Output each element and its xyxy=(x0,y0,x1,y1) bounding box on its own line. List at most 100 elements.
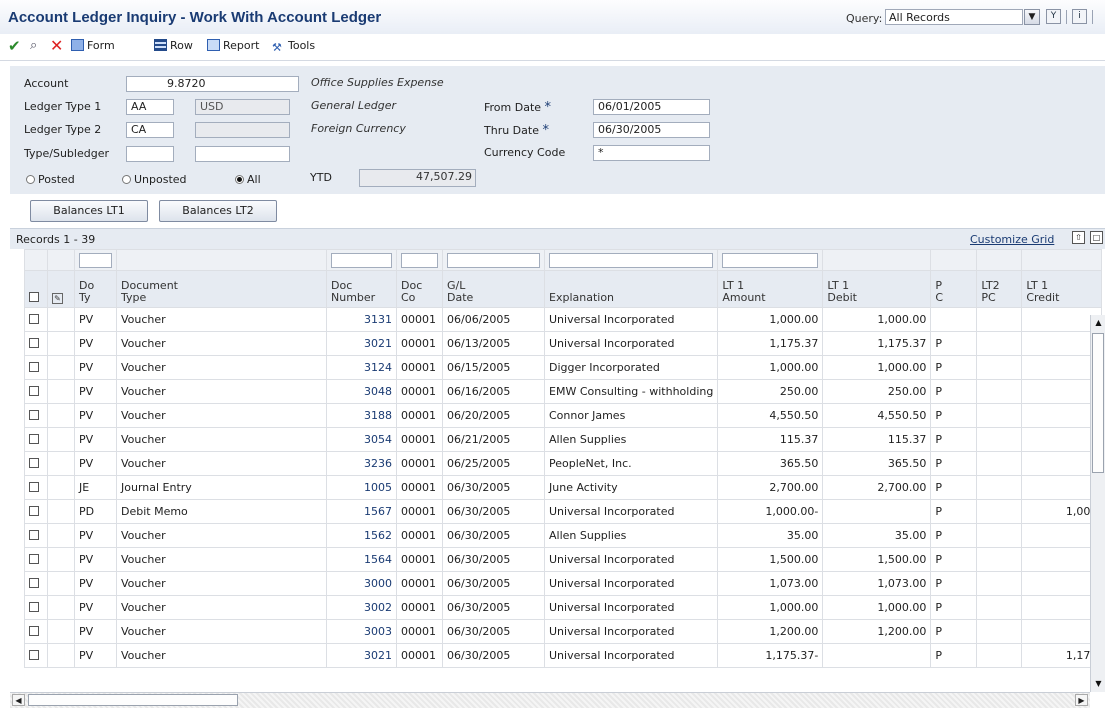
cell-doc-number[interactable]: 3021 xyxy=(326,331,397,356)
row-checkbox[interactable] xyxy=(29,338,39,348)
horizontal-scrollbar[interactable]: ◀ ▶ xyxy=(10,692,1090,708)
row-menu[interactable]: Row xyxy=(154,39,193,52)
qbe-input[interactable] xyxy=(331,252,392,268)
cell-doc-number[interactable]: 3131 xyxy=(326,307,397,332)
column-header-lt1-amount[interactable]: LT 1 Amount xyxy=(717,270,824,308)
maximize-grid-icon[interactable]: □ xyxy=(1090,231,1103,244)
qbe-input[interactable] xyxy=(447,252,540,268)
row-checkbox[interactable] xyxy=(29,386,39,396)
table-row[interactable]: JE Journal Entry 1005 00001 06/30/2005 June A… xyxy=(24,475,1103,500)
table-row[interactable]: PV Voucher 3021 00001 06/30/2005 Universal In… xyxy=(24,643,1103,668)
ledger-type-1-input[interactable]: AA xyxy=(126,99,174,115)
cell-doc-number[interactable]: 3054 xyxy=(326,427,397,452)
cell-doc-number[interactable]: 1562 xyxy=(326,523,397,548)
row-checkbox[interactable] xyxy=(29,362,39,372)
scroll-thumb[interactable] xyxy=(28,694,238,706)
cell-doc-number[interactable]: 1567 xyxy=(326,499,397,524)
qbe-input[interactable] xyxy=(401,252,438,268)
thru-date-input[interactable]: 06/30/2005 xyxy=(593,122,710,138)
cell-doc-number[interactable]: 3124 xyxy=(326,355,397,380)
scroll-up-icon[interactable]: ▲ xyxy=(1092,316,1105,330)
info-icon[interactable]: i xyxy=(1072,9,1087,24)
row-checkbox[interactable] xyxy=(29,482,39,492)
row-checkbox[interactable] xyxy=(29,626,39,636)
column-header-do-ty[interactable]: Do Ty xyxy=(74,270,117,308)
cell-doc-number[interactable]: 3003 xyxy=(326,619,397,644)
radio-posted[interactable]: Posted xyxy=(26,173,75,186)
scroll-thumb[interactable] xyxy=(1092,333,1104,473)
account-input[interactable]: 9.8720 xyxy=(126,76,299,92)
cell-doc-number[interactable]: 1005 xyxy=(326,475,397,500)
column-header-explanation[interactable]: Explanation xyxy=(543,270,719,308)
row-checkbox[interactable] xyxy=(29,530,39,540)
scroll-down-icon[interactable]: ▼ xyxy=(1092,677,1105,691)
cell-doc-number[interactable]: 3000 xyxy=(326,571,397,596)
row-checkbox[interactable] xyxy=(29,410,39,420)
subledger-input[interactable] xyxy=(195,146,290,162)
ledger-type-2-input[interactable]: CA xyxy=(126,122,174,138)
radio-button[interactable] xyxy=(235,175,244,184)
tools-menu[interactable]: ⚒ Tools xyxy=(272,39,315,54)
table-row[interactable]: PV Voucher 3236 00001 06/25/2005 PeopleNet, I… xyxy=(24,451,1103,476)
balances-lt1-button[interactable]: Balances LT1 xyxy=(30,200,148,222)
qbe-input[interactable] xyxy=(722,252,819,268)
table-row[interactable]: PV Voucher 1564 00001 06/30/2005 Universal In… xyxy=(24,547,1103,572)
export-icon[interactable]: ⇧ xyxy=(1072,231,1085,244)
column-header-lt1-debit[interactable]: LT 1 Debit xyxy=(822,270,932,308)
row-checkbox[interactable] xyxy=(29,578,39,588)
query-select[interactable]: All Records xyxy=(885,9,1023,25)
checkmark-icon[interactable]: ✔ xyxy=(8,37,21,55)
table-row[interactable]: PD Debit Memo 1567 00001 06/30/2005 Universal… xyxy=(24,499,1103,524)
vertical-scrollbar[interactable]: ▲ ▼ xyxy=(1090,315,1105,692)
table-row[interactable]: PV Voucher 3000 00001 06/30/2005 Universal In… xyxy=(24,571,1103,596)
row-checkbox[interactable] xyxy=(29,506,39,516)
radio-unposted[interactable]: Unposted xyxy=(122,173,187,186)
column-header-doc-co[interactable]: Doc Co xyxy=(396,270,443,308)
report-menu[interactable]: Report xyxy=(207,39,259,52)
column-header-lt1-credit[interactable]: LT 1 Credit xyxy=(1021,270,1103,308)
row-checkbox[interactable] xyxy=(29,650,39,660)
row-checkbox[interactable] xyxy=(29,554,39,564)
attachment-icon[interactable]: ✎ xyxy=(52,293,63,304)
column-header-lt2-pc[interactable]: LT2 PC xyxy=(976,270,1023,308)
row-checkbox[interactable] xyxy=(29,314,39,324)
table-row[interactable]: PV Voucher 3003 00001 06/30/2005 Universal In… xyxy=(24,619,1103,644)
row-checkbox[interactable] xyxy=(29,458,39,468)
table-row[interactable]: PV Voucher 3131 00001 06/06/2005 Universal In… xyxy=(24,307,1103,332)
cell-doc-number[interactable]: 3048 xyxy=(326,379,397,404)
column-header-pc[interactable]: PC xyxy=(930,270,978,308)
dropdown-arrow-icon[interactable]: ▼ xyxy=(1024,9,1040,25)
find-icon[interactable]: ⌕ xyxy=(30,38,37,53)
scroll-right-icon[interactable]: ▶ xyxy=(1075,694,1088,706)
table-row[interactable]: PV Voucher 3021 00001 06/13/2005 Universal In… xyxy=(24,331,1103,356)
table-row[interactable]: PV Voucher 3002 00001 06/30/2005 Universal In… xyxy=(24,595,1103,620)
column-header-gl-date[interactable]: G/L Date xyxy=(442,270,545,308)
cell-doc-number[interactable]: 3021 xyxy=(326,643,397,668)
scroll-left-icon[interactable]: ◀ xyxy=(12,694,25,706)
qbe-input[interactable] xyxy=(549,252,714,268)
currency-code-input[interactable]: * xyxy=(593,145,710,161)
row-checkbox[interactable] xyxy=(29,602,39,612)
radio-all[interactable]: All xyxy=(235,173,261,186)
form-menu[interactable]: Form xyxy=(71,39,115,52)
close-icon[interactable]: ✕ xyxy=(50,36,63,55)
cell-doc-number[interactable]: 1564 xyxy=(326,547,397,572)
from-date-input[interactable]: 06/01/2005 xyxy=(593,99,710,115)
row-checkbox[interactable] xyxy=(29,434,39,444)
subledger-type-input[interactable] xyxy=(126,146,174,162)
cell-doc-number[interactable]: 3002 xyxy=(326,595,397,620)
balances-lt2-button[interactable]: Balances LT2 xyxy=(159,200,277,222)
table-row[interactable]: PV Voucher 3188 00001 06/20/2005 Connor James… xyxy=(24,403,1103,428)
table-row[interactable]: PV Voucher 3054 00001 06/21/2005 Allen Suppli… xyxy=(24,427,1103,452)
column-header-doc-type[interactable]: Document Type xyxy=(116,270,327,308)
select-all-checkbox[interactable] xyxy=(29,292,39,302)
table-row[interactable]: PV Voucher 3048 00001 06/16/2005 EMW Consulti… xyxy=(24,379,1103,404)
customize-grid-link[interactable]: Customize Grid xyxy=(970,233,1054,246)
cell-doc-number[interactable]: 3188 xyxy=(326,403,397,428)
filter-icon[interactable]: Y xyxy=(1046,9,1061,24)
radio-button[interactable] xyxy=(26,175,35,184)
table-row[interactable]: PV Voucher 3124 00001 06/15/2005 Digger Incor… xyxy=(24,355,1103,380)
qbe-input[interactable] xyxy=(79,252,112,268)
radio-button[interactable] xyxy=(122,175,131,184)
cell-doc-number[interactable]: 3236 xyxy=(326,451,397,476)
